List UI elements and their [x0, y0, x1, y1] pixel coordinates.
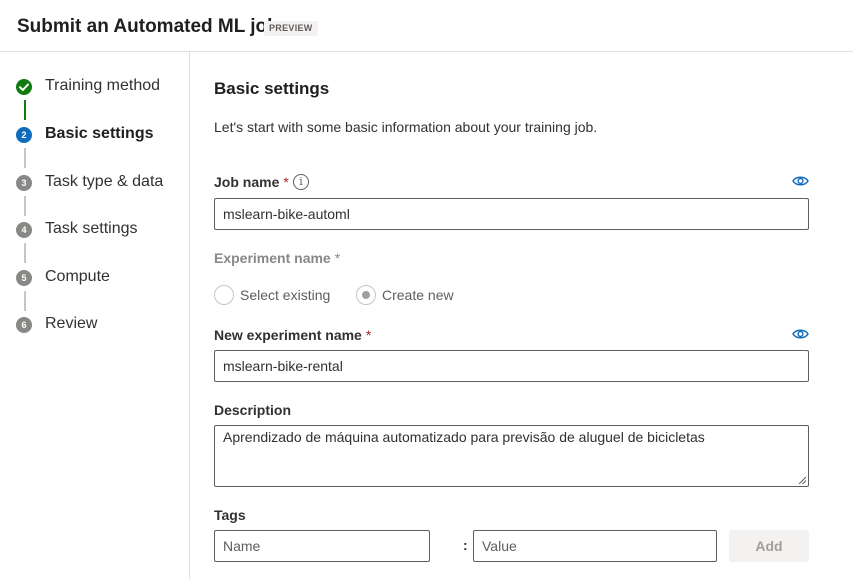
- description-label: Description: [214, 402, 292, 418]
- wizard-steps: Training method 2 Basic settings 3 Task …: [0, 52, 190, 579]
- section-title: Basic settings: [214, 79, 330, 98]
- page-title: Submit an Automated ML job: [17, 16, 279, 37]
- tag-value-input[interactable]: Value: [473, 530, 717, 562]
- radio-circle: [356, 285, 376, 305]
- description-text: Aprendizado de máquina automatizado para…: [223, 429, 705, 445]
- page-header: Submit an Automated ML job PREVIEW: [0, 0, 853, 52]
- preview-badge: PREVIEW: [264, 21, 318, 36]
- job-name-input[interactable]: mslearn-bike-automl: [214, 198, 809, 230]
- step-task-settings[interactable]: 4 Task settings: [16, 219, 186, 243]
- radio-label: Create new: [382, 287, 454, 303]
- radio-label: Select existing: [240, 287, 331, 303]
- job-name-label: Job name *: [214, 174, 289, 190]
- new-experiment-name-label: New experiment name *: [214, 327, 372, 343]
- step-number-icon: 2: [16, 127, 32, 143]
- add-tag-button[interactable]: Add: [729, 530, 809, 562]
- tag-separator: :: [463, 537, 468, 553]
- step-connector: [24, 148, 26, 168]
- step-label: Task type & data: [45, 173, 164, 190]
- description-textarea[interactable]: Aprendizado de máquina automatizado para…: [214, 425, 809, 487]
- step-number-icon: 3: [16, 175, 32, 191]
- new-experiment-name-input[interactable]: mslearn-bike-rental: [214, 350, 809, 382]
- step-label: Task settings: [45, 220, 138, 237]
- step-connector: [24, 243, 26, 263]
- radio-circle: [214, 285, 234, 305]
- step-connector: [24, 100, 26, 120]
- step-number-icon: 5: [16, 270, 32, 286]
- step-connector: [24, 196, 26, 216]
- intro-text: Let's start with some basic information …: [214, 119, 598, 135]
- step-training-method[interactable]: Training method: [16, 76, 186, 100]
- tag-name-input[interactable]: Name: [214, 530, 430, 562]
- checkmark-icon: [16, 79, 32, 95]
- step-label: Training method: [45, 77, 161, 94]
- step-connector: [24, 291, 26, 311]
- radio-selected-dot: [362, 291, 370, 299]
- step-label: Review: [45, 315, 98, 332]
- basic-settings-form: Basic settings Let's start with some bas…: [190, 52, 853, 579]
- required-marker: *: [365, 327, 372, 343]
- step-task-type-data[interactable]: 3 Task type & data: [16, 172, 186, 196]
- info-icon[interactable]: i: [293, 174, 309, 190]
- experiment-name-label: Experiment name *: [214, 250, 341, 266]
- step-label: Compute: [45, 268, 110, 285]
- step-basic-settings[interactable]: 2 Basic settings: [16, 124, 186, 148]
- step-number-icon: 4: [16, 222, 32, 238]
- required-marker: *: [283, 174, 289, 190]
- eye-icon[interactable]: [792, 328, 809, 340]
- eye-icon[interactable]: [792, 175, 809, 187]
- step-compute[interactable]: 5 Compute: [16, 267, 186, 291]
- required-marker: *: [334, 250, 341, 266]
- tags-label: Tags: [214, 507, 246, 523]
- step-review[interactable]: 6 Review: [16, 314, 186, 338]
- step-number-icon: 6: [16, 317, 32, 333]
- resize-grip-icon[interactable]: [798, 476, 806, 484]
- step-label: Basic settings: [45, 125, 154, 142]
